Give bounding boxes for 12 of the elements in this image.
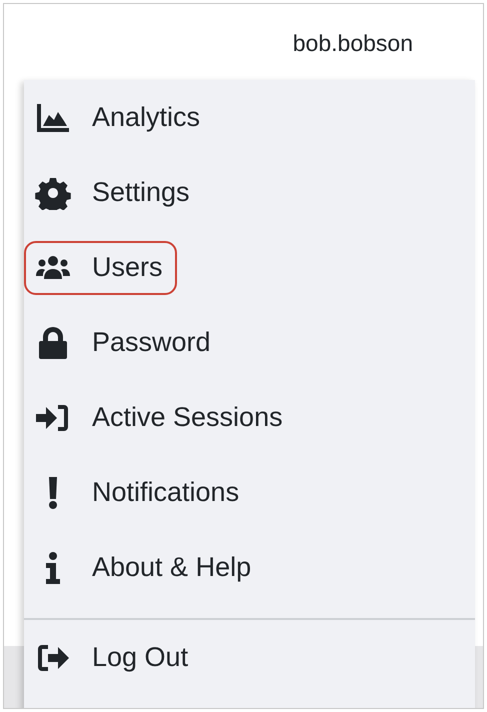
- menu-item[interactable]: Password: [24, 316, 225, 370]
- menu-item[interactable]: About & Help: [24, 540, 266, 594]
- menu-item[interactable]: Users: [24, 240, 177, 294]
- menu-item[interactable]: Active Sessions: [24, 390, 297, 444]
- menu-item[interactable]: Settings: [24, 166, 204, 220]
- settings-icon: [34, 176, 72, 210]
- exclamation-icon: [49, 476, 57, 510]
- menu-item[interactable]: Log Out: [24, 630, 202, 684]
- menu-item[interactable]: Notifications: [24, 466, 254, 520]
- info-icon: [46, 550, 60, 584]
- username[interactable]: bob.bobson: [292, 30, 413, 58]
- menu-item[interactable]: Analytics: [24, 90, 214, 144]
